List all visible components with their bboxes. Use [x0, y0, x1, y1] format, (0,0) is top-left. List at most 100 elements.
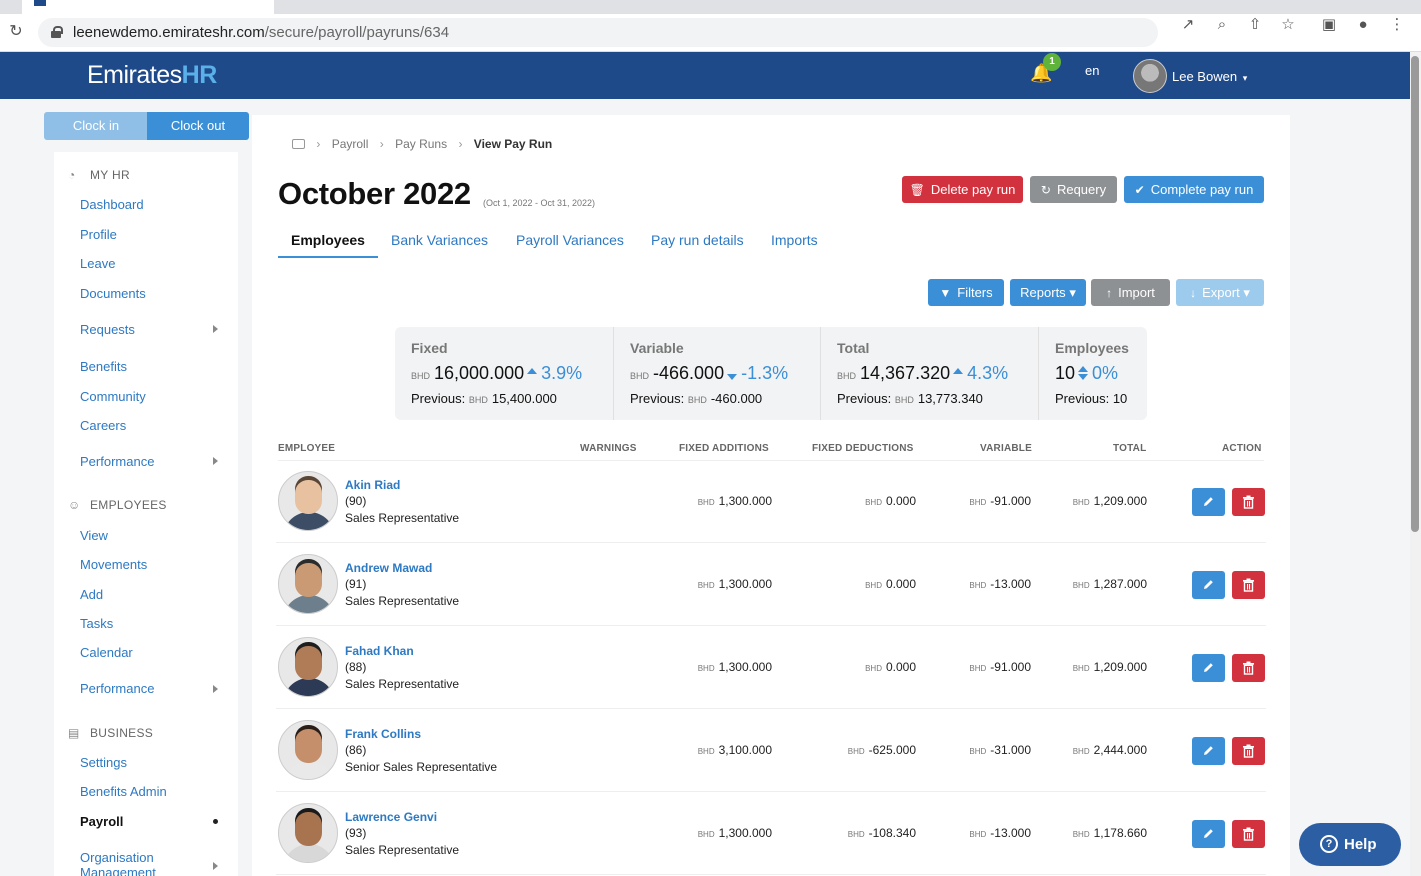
sidebar-item-add[interactable]: Add — [80, 587, 103, 602]
column-header-fixed-deductions[interactable]: FIXED DEDUCTIONS — [812, 443, 914, 454]
employee-job-title: Senior Sales Representative — [345, 760, 498, 774]
share-icon[interactable]: ⇧ — [1244, 14, 1266, 36]
delete-pay-run-button[interactable]: 🗑 Delete pay run — [902, 176, 1023, 203]
app-logo[interactable]: EmiratesHR — [87, 61, 217, 90]
employee-job-title: Sales Representative — [345, 677, 460, 691]
employee-avatar[interactable] — [278, 803, 338, 863]
clock-in-button[interactable]: Clock in — [44, 112, 148, 140]
download-icon: ↓ — [1190, 286, 1197, 300]
employee-name-link[interactable]: Lawrence Genvi — [345, 810, 437, 824]
breadcrumb-payroll[interactable]: Payroll — [332, 137, 369, 151]
pencil-icon — [1204, 829, 1213, 838]
sidebar-item-organisation[interactable]: Organisation — [80, 850, 154, 865]
home-briefcase-icon[interactable] — [292, 139, 305, 149]
employee-id: (91) — [345, 577, 367, 591]
export-dropdown[interactable]: ↓ Export ▾ — [1176, 279, 1264, 306]
employee-avatar[interactable] — [278, 554, 338, 614]
employee-name-link[interactable]: Andrew Mawad — [345, 561, 432, 575]
chevron-right-icon — [213, 685, 218, 693]
sidebar-item-performance[interactable]: Performance — [80, 454, 154, 469]
complete-pay-run-button[interactable]: ✔ Complete pay run — [1124, 176, 1264, 203]
sidebar-item-view[interactable]: View — [80, 528, 108, 543]
sidebar-item-profile[interactable]: Profile — [80, 227, 117, 242]
employee-avatar[interactable] — [278, 471, 338, 531]
delete-button[interactable] — [1232, 488, 1265, 516]
column-header-fixed-additions[interactable]: FIXED ADDITIONS — [679, 443, 769, 454]
column-header-total[interactable]: TOTAL — [1113, 443, 1146, 454]
import-button[interactable]: ↑ Import — [1091, 279, 1170, 306]
sidebar-item-calendar[interactable]: Calendar — [80, 645, 133, 660]
sidebar-item-employee-performance[interactable]: Performance — [80, 681, 154, 696]
sidebar-item-documents[interactable]: Documents — [80, 286, 146, 301]
clock-out-button[interactable]: Clock out — [147, 112, 249, 140]
trash-icon — [1243, 827, 1254, 841]
edit-button[interactable] — [1192, 820, 1225, 848]
user-menu[interactable]: Lee Bowen ▾ — [1172, 69, 1247, 84]
edit-button[interactable] — [1192, 654, 1225, 682]
fixed-value: 16,000.000 — [434, 363, 525, 383]
sidebar-item-benefits[interactable]: Benefits — [80, 359, 127, 374]
cell-variable: BHD -91.000 — [969, 494, 1031, 508]
bookmark-star-icon[interactable]: ☆ — [1277, 14, 1299, 36]
cell-variable: BHD -31.000 — [969, 743, 1031, 757]
page-title: October 2022 — [278, 176, 471, 211]
profile-icon[interactable]: ● — [1352, 14, 1374, 36]
help-button[interactable]: ? Help — [1299, 823, 1401, 866]
trash-icon — [1243, 578, 1254, 592]
tab-payroll-variances[interactable]: Payroll Variances — [516, 232, 624, 248]
chevron-down-icon: ▾ — [1242, 73, 1248, 83]
tab-bank-variances[interactable]: Bank Variances — [391, 232, 488, 248]
open-external-icon[interactable]: ↗ — [1177, 14, 1199, 36]
sidebar-item-management[interactable]: Management — [80, 865, 156, 876]
edit-button[interactable] — [1192, 737, 1225, 765]
delete-button[interactable] — [1232, 737, 1265, 765]
language-switcher[interactable]: en — [1085, 63, 1099, 78]
column-header-variable[interactable]: VARIABLE — [980, 443, 1032, 454]
edit-button[interactable] — [1192, 571, 1225, 599]
cell-total: BHD 2,444.000 — [1072, 743, 1147, 757]
employee-name-link[interactable]: Frank Collins — [345, 727, 421, 741]
zoom-icon[interactable]: ⌕ — [1211, 14, 1233, 36]
user-avatar[interactable] — [1133, 59, 1167, 93]
table-row: Fahad Khan (88) Sales Representative BHD 1,3… — [276, 626, 1266, 709]
cell-total: BHD 1,209.000 — [1072, 494, 1147, 508]
address-bar[interactable]: leenewdemo.emirateshr.com/secure/payroll… — [38, 18, 1158, 47]
sidebar-item-payroll[interactable]: Payroll — [80, 814, 123, 829]
sidebar-item-careers[interactable]: Careers — [80, 418, 126, 433]
menu-kebab-icon[interactable]: ⋮ — [1386, 14, 1408, 36]
filters-button[interactable]: ▼ Filters — [928, 279, 1004, 306]
cell-fixed-ded: BHD 0.000 — [865, 660, 916, 674]
tab-imports[interactable]: Imports — [771, 232, 818, 248]
sidebar-item-dashboard[interactable]: Dashboard — [80, 197, 144, 212]
pencil-icon — [1204, 663, 1213, 672]
breadcrumb-pay-runs[interactable]: Pay Runs — [395, 137, 447, 151]
employee-avatar[interactable] — [278, 720, 338, 780]
sidebar-item-benefits-admin[interactable]: Benefits Admin — [80, 784, 167, 799]
reload-icon[interactable]: ↻ — [6, 22, 26, 42]
sidebar-item-leave[interactable]: Leave — [80, 256, 115, 271]
sidebar-item-movements[interactable]: Movements — [80, 557, 147, 572]
tab-pay-run-details[interactable]: Pay run details — [651, 232, 744, 248]
briefcase-icon: ▤ — [68, 726, 80, 740]
sidebar-item-tasks[interactable]: Tasks — [80, 616, 113, 631]
delete-button[interactable] — [1232, 654, 1265, 682]
sidebar-item-community[interactable]: Community — [80, 389, 146, 404]
check-icon: ✔ — [1134, 183, 1145, 197]
tab-employees[interactable]: Employees — [291, 232, 365, 248]
browser-tab[interactable] — [22, 0, 274, 14]
employee-name-link[interactable]: Akin Riad — [345, 478, 400, 492]
sidebar-item-requests[interactable]: Requests — [80, 322, 135, 337]
delete-button[interactable] — [1232, 820, 1265, 848]
column-header-employee[interactable]: EMPLOYEE — [278, 443, 335, 454]
pencil-icon — [1204, 497, 1213, 506]
employee-avatar[interactable] — [278, 637, 338, 697]
requery-button[interactable]: ↻ Requery — [1030, 176, 1117, 203]
sidepanel-icon[interactable]: ▣ — [1318, 14, 1340, 36]
edit-button[interactable] — [1192, 488, 1225, 516]
scrollbar-thumb[interactable] — [1411, 56, 1419, 532]
employee-name-link[interactable]: Fahad Khan — [345, 644, 414, 658]
delete-button[interactable] — [1232, 571, 1265, 599]
column-header-warnings[interactable]: WARNINGS — [580, 443, 637, 454]
sidebar-item-settings[interactable]: Settings — [80, 755, 127, 770]
reports-dropdown[interactable]: Reports ▾ — [1010, 279, 1086, 306]
